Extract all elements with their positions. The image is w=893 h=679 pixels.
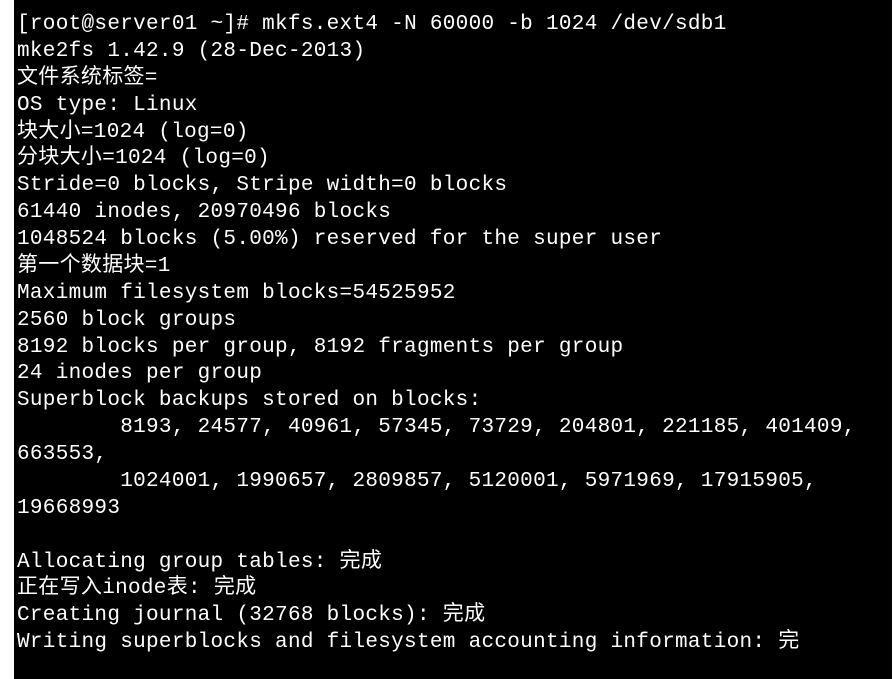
output-line: 分块大小=1024 (log=0): [17, 147, 270, 170]
output-line: 正在写入inode表: 完成: [17, 577, 256, 600]
output-line: 文件系统标签=: [17, 67, 158, 90]
output-line: OS type: Linux: [17, 94, 198, 117]
output-line: mke2fs 1.42.9 (28-Dec-2013): [17, 40, 365, 63]
output-line: 2560 block groups: [17, 309, 236, 332]
output-line: 8193, 24577, 40961, 57345, 73729, 204801…: [17, 416, 869, 466]
output-line: 8192 blocks per group, 8192 fragments pe…: [17, 336, 623, 359]
shell-prompt: [root@server01 ~]#: [17, 13, 262, 36]
output-line: 1048524 blocks (5.00%) reserved for the …: [17, 228, 662, 251]
output-line: Superblock backups stored on blocks:: [17, 389, 494, 412]
output-line: 24 inodes per group: [17, 362, 262, 385]
output-line: Creating journal (32768 blocks): 完成: [17, 604, 485, 627]
command-text: mkfs.ext4 -N 60000 -b 1024 /dev/sdb1: [262, 13, 726, 36]
terminal-window[interactable]: [root@server01 ~]# mkfs.ext4 -N 60000 -b…: [14, 0, 892, 679]
output-line: Maximum filesystem blocks=54525952: [17, 282, 456, 305]
output-line: Allocating group tables: 完成: [17, 551, 382, 574]
output-line: 61440 inodes, 20970496 blocks: [17, 201, 391, 224]
output-line: 第一个数据块=1: [17, 255, 171, 278]
output-line: 块大小=1024 (log=0): [17, 121, 249, 144]
output-line: Stride=0 blocks, Stripe width=0 blocks: [17, 174, 507, 197]
output-line: Writing superblocks and filesystem accou…: [17, 631, 800, 654]
output-line: 1024001, 1990657, 2809857, 5120001, 5971…: [17, 470, 830, 520]
